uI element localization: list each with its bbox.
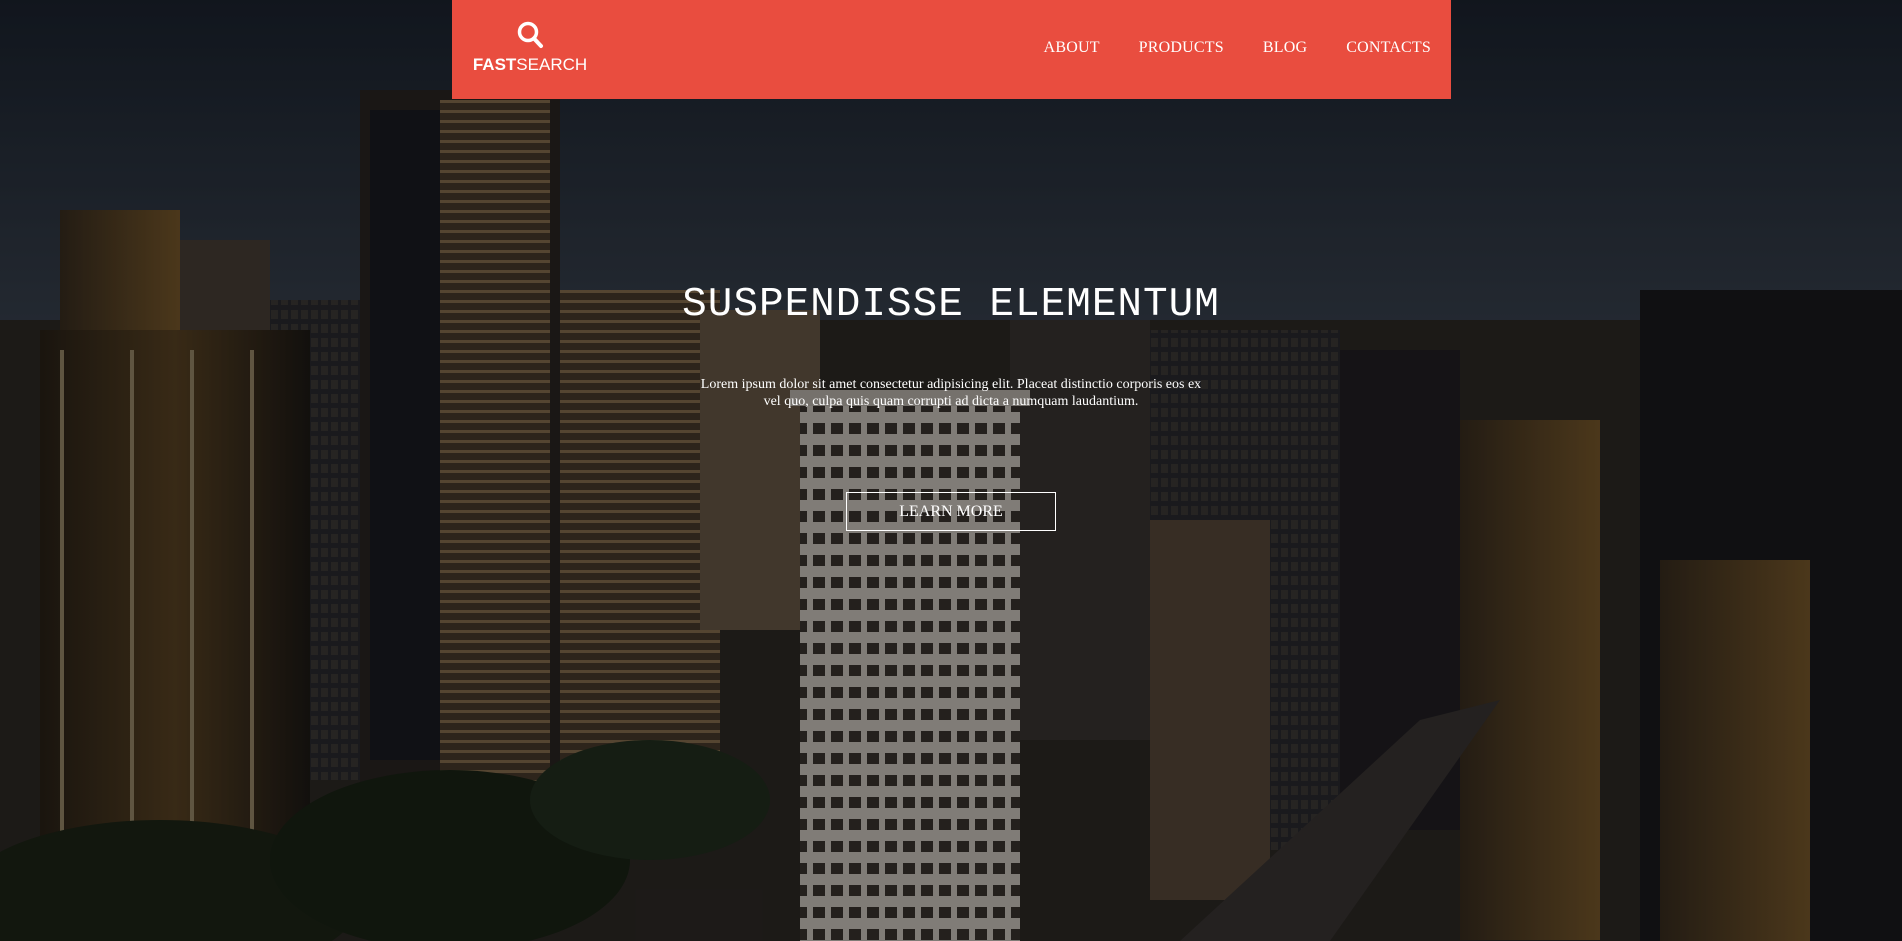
learn-more-button[interactable]: LEARN MORE [846,492,1056,531]
hero-title: SUSPENDISSE ELEMENTUM [682,282,1220,328]
hero-section: SUSPENDISSE ELEMENTUM Lorem ipsum dolor … [0,0,1902,941]
hero-description: Lorem ipsum dolor sit amet consectetur a… [700,377,1202,409]
